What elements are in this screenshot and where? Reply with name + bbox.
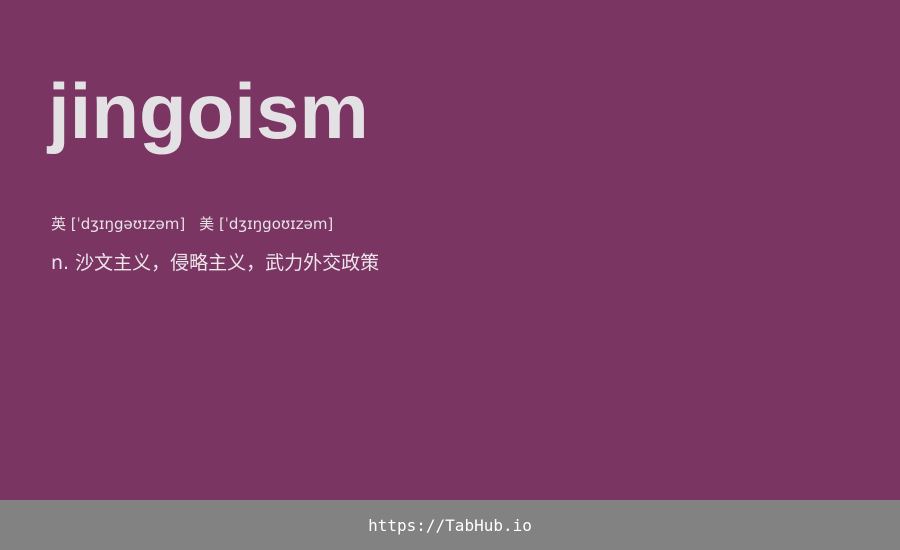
footer: https://TabHub.io — [0, 500, 900, 550]
phonetic-uk: 英 [ˈdʒɪŋgəʊɪzəm] — [51, 215, 186, 233]
word-title: jingoism — [48, 67, 369, 155]
definition: n. 沙文主义，侵略主义，武力外交政策 — [51, 252, 380, 274]
footer-link[interactable]: https://TabHub.io — [368, 516, 532, 535]
phonetic-us: 美 [ˈdʒɪŋgoʊɪzəm] — [199, 215, 334, 233]
phonetics: 英 [ˈdʒɪŋgəʊɪzəm] 美 [ˈdʒɪŋgoʊɪzəm] — [51, 213, 347, 234]
